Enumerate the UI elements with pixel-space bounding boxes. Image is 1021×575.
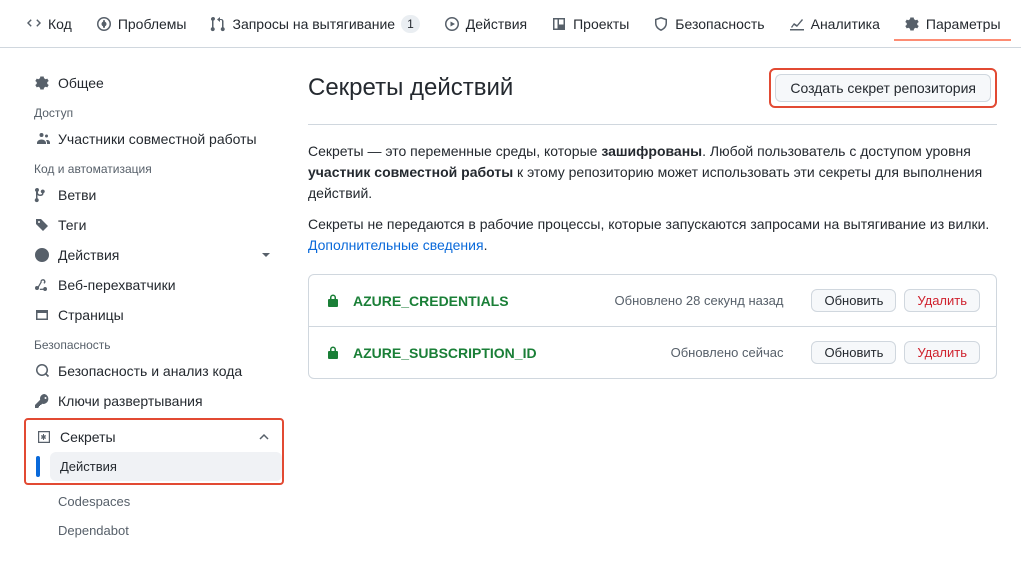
sidebar-secrets-codespaces-label: Codespaces xyxy=(58,494,130,509)
learn-more-link[interactable]: Дополнительные сведения xyxy=(308,237,484,253)
graph-icon xyxy=(789,16,805,32)
sidebar-secrets-codespaces[interactable]: Codespaces xyxy=(48,487,284,516)
secret-updated: Обновлено 28 секунд назад xyxy=(615,293,784,308)
tab-pulls[interactable]: Запросы на вытягивание 1 xyxy=(200,7,429,41)
sidebar-branches-label: Ветви xyxy=(58,187,96,203)
sidebar-actions-label: Действия xyxy=(58,247,119,263)
gear-icon xyxy=(34,75,50,91)
sidebar-code-security[interactable]: Безопасность и анализ кода xyxy=(24,356,284,386)
secrets-list: AZURE_CREDENTIALS Обновлено 28 секунд на… xyxy=(308,274,997,379)
tab-issues[interactable]: Проблемы xyxy=(86,8,197,40)
tab-insights-label: Аналитика xyxy=(811,16,880,32)
settings-sidebar: Общее Доступ Участники совместной работы… xyxy=(24,68,284,545)
sidebar-tags-label: Теги xyxy=(58,217,86,233)
webhook-icon xyxy=(34,277,50,293)
description-paragraph-2: Секреты не передаются в рабочие процессы… xyxy=(308,214,997,256)
browser-icon xyxy=(34,307,50,323)
sidebar-webhooks-label: Веб-перехватчики xyxy=(58,277,176,293)
tab-security[interactable]: Безопасность xyxy=(643,8,774,40)
sidebar-access-title: Доступ xyxy=(24,98,284,124)
repo-top-nav: Код Проблемы Запросы на вытягивание 1 Де… xyxy=(0,0,1021,48)
chevron-down-icon xyxy=(258,247,274,263)
delete-secret-button[interactable]: Удалить xyxy=(904,341,980,364)
play-icon xyxy=(444,16,460,32)
secret-name[interactable]: AZURE_CREDENTIALS xyxy=(353,293,509,309)
sidebar-collaborators-label: Участники совместной работы xyxy=(58,131,257,147)
pull-request-icon xyxy=(210,16,226,32)
secret-name[interactable]: AZURE_SUBSCRIPTION_ID xyxy=(353,345,537,361)
tab-security-label: Безопасность xyxy=(675,16,764,32)
asterisk-icon xyxy=(36,429,52,445)
tab-code[interactable]: Код xyxy=(16,8,82,40)
tab-issues-label: Проблемы xyxy=(118,16,187,32)
sidebar-secrets-dependabot-label: Dependabot xyxy=(58,523,129,538)
sidebar-deploy-keys-label: Ключи развертывания xyxy=(58,393,203,409)
sidebar-secrets-label: Секреты xyxy=(60,429,116,445)
tab-insights[interactable]: Аналитика xyxy=(779,8,890,40)
sidebar-tags[interactable]: Теги xyxy=(24,210,284,240)
sidebar-secrets-actions-label: Действия xyxy=(60,459,117,474)
sidebar-general-label: Общее xyxy=(58,75,104,91)
issue-icon xyxy=(96,16,112,32)
tab-settings[interactable]: Параметры xyxy=(894,8,1011,40)
tab-projects[interactable]: Проекты xyxy=(541,8,639,40)
secret-row: AZURE_CREDENTIALS Обновлено 28 секунд на… xyxy=(309,275,996,326)
sidebar-security-title: Безопасность xyxy=(24,330,284,356)
highlight-secrets-section: Секреты Действия xyxy=(24,418,284,485)
sidebar-code-security-label: Безопасность и анализ кода xyxy=(58,363,242,379)
secret-updated: Обновлено сейчас xyxy=(671,345,784,360)
description-paragraph-1: Секреты — это переменные среды, которые … xyxy=(308,141,997,204)
sidebar-pages[interactable]: Страницы xyxy=(24,300,284,330)
gear-icon xyxy=(904,16,920,32)
tab-settings-label: Параметры xyxy=(926,16,1001,32)
main-content: Секреты действий Создать секрет репозито… xyxy=(308,68,997,545)
shield-icon xyxy=(653,16,669,32)
sidebar-deploy-keys[interactable]: Ключи развертывания xyxy=(24,386,284,416)
tab-actions-label: Действия xyxy=(466,16,527,32)
sidebar-code-automation-title: Код и автоматизация xyxy=(24,154,284,180)
branch-icon xyxy=(34,187,50,203)
sidebar-secrets[interactable]: Секреты xyxy=(26,422,282,452)
page-title: Секреты действий xyxy=(308,74,513,102)
code-scan-icon xyxy=(34,363,50,379)
delete-secret-button[interactable]: Удалить xyxy=(904,289,980,312)
tab-code-label: Код xyxy=(48,16,72,32)
tab-projects-label: Проекты xyxy=(573,16,629,32)
tab-pulls-label: Запросы на вытягивание xyxy=(232,16,395,32)
people-icon xyxy=(34,131,50,147)
secret-row: AZURE_SUBSCRIPTION_ID Обновлено сейчас О… xyxy=(309,326,996,378)
lock-icon xyxy=(325,345,341,361)
sidebar-webhooks[interactable]: Веб-перехватчики xyxy=(24,270,284,300)
play-icon xyxy=(34,247,50,263)
sidebar-secrets-actions[interactable]: Действия xyxy=(50,452,282,481)
pulls-counter: 1 xyxy=(401,15,420,33)
highlight-new-secret-button: Создать секрет репозитория xyxy=(769,68,997,108)
update-secret-button[interactable]: Обновить xyxy=(811,341,896,364)
update-secret-button[interactable]: Обновить xyxy=(811,289,896,312)
new-repo-secret-button[interactable]: Создать секрет репозитория xyxy=(775,74,991,102)
sidebar-actions[interactable]: Действия xyxy=(24,240,284,270)
sidebar-general[interactable]: Общее xyxy=(24,68,284,98)
tag-icon xyxy=(34,217,50,233)
sidebar-collaborators[interactable]: Участники совместной работы xyxy=(24,124,284,154)
sidebar-branches[interactable]: Ветви xyxy=(24,180,284,210)
chevron-up-icon xyxy=(256,429,272,445)
tab-actions[interactable]: Действия xyxy=(434,8,537,40)
key-icon xyxy=(34,393,50,409)
sidebar-secrets-dependabot[interactable]: Dependabot xyxy=(48,516,284,545)
sidebar-pages-label: Страницы xyxy=(58,307,124,323)
code-icon xyxy=(26,16,42,32)
lock-icon xyxy=(325,293,341,309)
project-icon xyxy=(551,16,567,32)
